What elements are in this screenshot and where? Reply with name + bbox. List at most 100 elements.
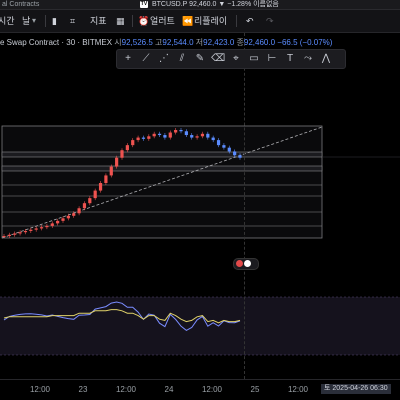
indicator-pane xyxy=(0,297,400,355)
time-tick: 12:00 xyxy=(287,385,309,394)
text-icon[interactable]: T xyxy=(283,52,297,66)
candle-body xyxy=(152,133,156,137)
time-tick: 24 xyxy=(164,385,174,394)
candle-body xyxy=(77,208,81,214)
candle-body xyxy=(45,225,49,228)
candle-body xyxy=(163,135,167,138)
hline-icon[interactable]: ⊢ xyxy=(265,52,279,66)
candle-body xyxy=(93,190,97,199)
channel-icon[interactable]: ⫽ xyxy=(175,52,189,66)
high-value: 92,544.0 xyxy=(162,38,194,47)
candle-body xyxy=(190,135,194,138)
candle-body xyxy=(61,218,65,221)
candle-body xyxy=(157,133,162,136)
candle-body xyxy=(238,155,242,158)
candle-body xyxy=(82,203,87,209)
layout-icon[interactable]: ▦ xyxy=(116,10,125,32)
event-badge[interactable] xyxy=(233,258,259,270)
rectangle-icon[interactable]: ▭ xyxy=(247,52,261,66)
time-badge-text: 06:30 xyxy=(370,385,388,392)
undo-icon[interactable]: ↶ xyxy=(246,10,254,32)
candle-body xyxy=(174,130,178,133)
candle-body xyxy=(115,157,119,167)
close-value: 92,460.0 xyxy=(243,38,276,47)
candle-body xyxy=(168,132,172,138)
candle-body xyxy=(66,215,70,219)
replay-button[interactable]: 리플레이 xyxy=(194,10,227,32)
candle-body xyxy=(104,175,108,183)
indicators-button[interactable]: 지표 xyxy=(90,10,107,32)
open-label: 시 xyxy=(114,38,122,47)
window-title: TV BTCUSD.P 92,460.0 ▼ −1.28% 이름없음 xyxy=(140,0,279,9)
candle-body xyxy=(216,140,221,146)
candle-body xyxy=(2,236,6,237)
alert-button[interactable]: 얼러트 xyxy=(150,10,175,32)
trendline-icon[interactable]: ⟋ xyxy=(139,52,153,66)
timeframe-label[interactable]: 시간 xyxy=(0,10,15,32)
candle-body xyxy=(23,230,28,233)
change-value: −66.5 (−0.07%) xyxy=(277,38,333,47)
brush-icon[interactable]: ✎ xyxy=(193,52,207,66)
candle-body xyxy=(18,232,22,234)
interval-button[interactable]: 날 xyxy=(22,10,30,32)
candle-body xyxy=(13,233,17,235)
symbol-legend: e Swap Contract · 30 · BITMEX 시92,526.5 … xyxy=(0,37,332,48)
close-label: 종 xyxy=(236,38,244,47)
chart-pane[interactable] xyxy=(0,33,400,400)
candle-body xyxy=(7,234,11,236)
eraser-icon[interactable]: ⌫ xyxy=(211,52,225,66)
crosshair-vertical xyxy=(244,33,245,379)
chevron-down-icon[interactable]: ▾ xyxy=(32,10,36,32)
candle-body xyxy=(98,183,103,191)
candle-body xyxy=(131,140,135,146)
candle-body xyxy=(211,137,215,141)
date-badge-text: 토 2025-04-26 xyxy=(324,385,369,392)
candle-body xyxy=(120,150,124,158)
candle-body xyxy=(147,136,151,139)
candle-body xyxy=(50,223,54,226)
top-toolbar: 시간 날 ▾ ▮ ⌗ 지표 ▦ ⏰ 얼러트 ⏪ 리플레이 ↶ ↷ xyxy=(0,10,400,33)
indicator-icon[interactable]: ⌗ xyxy=(70,10,75,32)
redo-icon[interactable]: ↷ xyxy=(266,10,274,32)
date-badge: 토 2025-04-26 06:30 xyxy=(321,384,391,394)
alert-icon[interactable]: ⏰ xyxy=(138,10,149,32)
pattern-icon[interactable]: ⋀ xyxy=(319,52,333,66)
path-icon[interactable]: ⤳ xyxy=(301,52,315,66)
open-value: 92,526.5 xyxy=(121,38,153,47)
candle-body xyxy=(179,130,183,132)
event-dot-icon xyxy=(236,260,243,267)
tradingview-logo: TV xyxy=(140,0,148,8)
toolbar-divider xyxy=(45,15,46,27)
candle-body xyxy=(184,131,188,136)
candle-body xyxy=(72,213,76,216)
time-tick: 12:00 xyxy=(201,385,223,394)
chart-svg xyxy=(0,125,400,356)
browser-tab-label[interactable]: al Contracts xyxy=(2,0,39,9)
time-tick: 25 xyxy=(250,385,260,394)
window-titlebar: al Contracts TV BTCUSD.P 92,460.0 ▼ −1.2… xyxy=(0,0,400,10)
cursor-icon[interactable]: + xyxy=(121,52,135,66)
low-value: 92,423.0 xyxy=(203,38,235,47)
candle-body xyxy=(233,151,237,156)
candle-body xyxy=(56,220,60,224)
candle-body xyxy=(195,136,199,138)
candle-body xyxy=(141,137,146,139)
candle-type-icon[interactable]: ▮ xyxy=(52,10,57,32)
time-tick: 23 xyxy=(78,385,88,394)
time-tick: 12:00 xyxy=(115,385,137,394)
candle-body xyxy=(39,227,44,229)
fib-icon[interactable]: ⋰ xyxy=(157,52,171,66)
replay-icon[interactable]: ⏪ xyxy=(182,10,193,32)
ticker-text: BTCUSD.P 92,460.0 ▼ −1.28% 이름없음 xyxy=(151,1,279,8)
candle-body xyxy=(29,229,33,231)
candle-body xyxy=(206,133,210,138)
candle-body xyxy=(88,198,92,204)
candle-body xyxy=(109,166,113,176)
drawing-toolbar: + ⟋ ⋰ ⫽ ✎ ⌫ ⌖ ▭ ⊢ T ⤳ ⋀ xyxy=(116,49,346,69)
time-axis[interactable]: 12:00 23 12:00 24 12:00 25 12:00 토 2025-… xyxy=(0,379,400,400)
toolbar-divider xyxy=(236,15,237,27)
symbol-title[interactable]: e Swap Contract · 30 · BITMEX xyxy=(0,38,112,47)
ruler-icon[interactable]: ⌖ xyxy=(229,52,243,66)
candle-body xyxy=(227,147,231,152)
candle-body xyxy=(222,145,226,148)
